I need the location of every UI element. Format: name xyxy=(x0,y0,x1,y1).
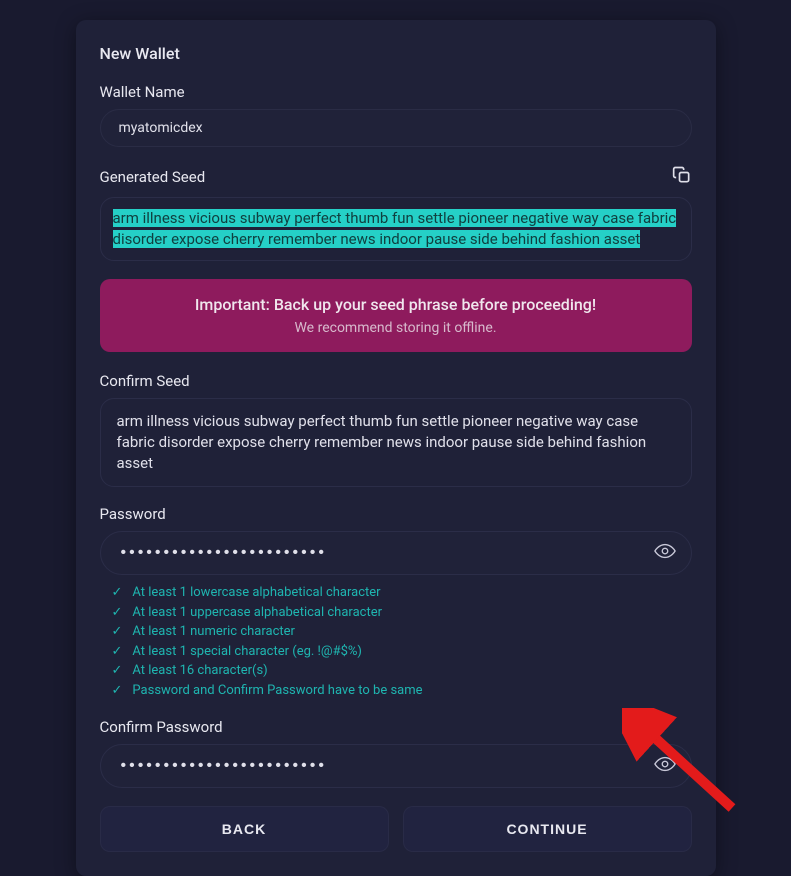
check-item: At least 1 special character (eg. !@#$%) xyxy=(112,642,692,662)
wallet-name-input[interactable] xyxy=(100,109,692,147)
new-wallet-card: New Wallet Wallet Name Generated Seed ar… xyxy=(76,20,716,876)
copy-icon[interactable] xyxy=(672,165,692,189)
check-item: Password and Confirm Password have to be… xyxy=(112,681,692,701)
password-wrap xyxy=(100,531,692,575)
page-title: New Wallet xyxy=(100,44,692,63)
continue-button[interactable]: CONTINUE xyxy=(403,806,692,852)
check-item: At least 1 uppercase alphabetical charac… xyxy=(112,603,692,623)
password-label: Password xyxy=(100,505,692,523)
important-banner: Important: Back up your seed phrase befo… xyxy=(100,279,692,352)
check-item: At least 16 character(s) xyxy=(112,661,692,681)
wallet-name-label: Wallet Name xyxy=(100,83,692,101)
check-item: At least 1 lowercase alphabetical charac… xyxy=(112,583,692,603)
eye-icon[interactable] xyxy=(654,540,676,566)
generated-seed-box[interactable]: arm illness vicious subway perfect thumb… xyxy=(100,197,692,261)
button-row: BACK CONTINUE xyxy=(100,806,692,852)
confirm-password-label: Confirm Password xyxy=(100,718,692,736)
confirm-seed-text: arm illness vicious subway perfect thumb… xyxy=(117,412,647,472)
confirm-password-input[interactable] xyxy=(100,744,692,788)
generated-seed-label: Generated Seed xyxy=(100,168,206,186)
check-item: At least 1 numeric character xyxy=(112,622,692,642)
confirm-seed-label: Confirm Seed xyxy=(100,372,692,390)
wallet-name-wrap xyxy=(100,109,692,147)
important-sub: We recommend storing it offline. xyxy=(116,320,676,336)
important-title: Important: Back up your seed phrase befo… xyxy=(116,295,676,314)
confirm-password-wrap xyxy=(100,744,692,788)
eye-icon[interactable] xyxy=(654,753,676,779)
generated-seed-header: Generated Seed xyxy=(100,165,692,189)
confirm-seed-box[interactable]: arm illness vicious subway perfect thumb… xyxy=(100,398,692,487)
generated-seed-text: arm illness vicious subway perfect thumb… xyxy=(113,209,677,248)
password-checks: At least 1 lowercase alphabetical charac… xyxy=(112,583,692,700)
back-button[interactable]: BACK xyxy=(100,806,389,852)
password-input[interactable] xyxy=(100,531,692,575)
